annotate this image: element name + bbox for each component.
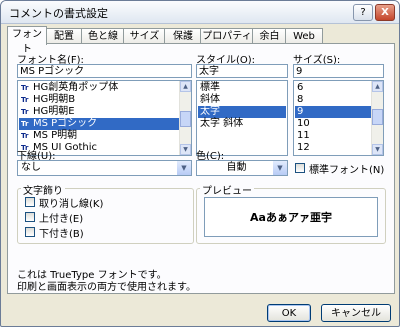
style-input[interactable]: 太字 — [196, 64, 288, 78]
subscript-label[interactable]: 下付き(B) — [39, 225, 84, 240]
scroll-thumb[interactable] — [180, 111, 191, 127]
superscript-checkbox[interactable] — [25, 212, 35, 222]
scroll-up-icon[interactable]: ▲ — [180, 81, 191, 92]
font-list-item[interactable]: Tr HG創英角ポップ体 — [19, 82, 180, 94]
size-list-item[interactable]: 12 — [295, 142, 372, 154]
underline-select[interactable]: なし ▼ — [17, 160, 192, 176]
window-title: コメントの書式設定 — [9, 7, 108, 20]
scroll-down-icon[interactable]: ▼ — [372, 144, 383, 155]
subscript-checkbox[interactable] — [25, 227, 35, 237]
truetype-icon: Tr — [21, 120, 29, 128]
truetype-icon: Tr — [21, 108, 29, 116]
ok-button[interactable]: OK — [267, 304, 311, 322]
tab-alignment[interactable]: 配置 — [45, 28, 83, 44]
normal-font-checkbox[interactable] — [295, 163, 305, 173]
preview-box: Aaあぁアァ亜宇 — [204, 197, 378, 237]
font-list-item-selected[interactable]: Tr MS Pゴシック — [19, 118, 180, 130]
chevron-down-icon[interactable]: ▼ — [177, 161, 191, 175]
scroll-thumb[interactable] — [372, 109, 383, 125]
size-list-scrollbar[interactable]: ▲ ▼ — [371, 81, 383, 155]
style-list-item[interactable]: 斜体 — [198, 94, 286, 106]
truetype-icon: Tr — [21, 132, 29, 140]
cancel-button[interactable]: キャンセル — [321, 304, 391, 322]
size-list-item[interactable]: 10 — [295, 118, 372, 130]
chevron-down-icon[interactable]: ▼ — [273, 161, 287, 175]
tab-web[interactable]: Web — [285, 28, 323, 44]
close-button[interactable]: X — [375, 4, 395, 21]
title-bar[interactable]: コメントの書式設定 ? X — [1, 1, 399, 24]
tab-colors-lines[interactable]: 色と線 — [81, 28, 125, 44]
info-line-2: 印刷と画面表示の両方で使用されます。 — [17, 282, 196, 293]
size-list-item[interactable]: 8 — [295, 94, 372, 106]
help-button[interactable]: ? — [353, 4, 373, 21]
tab-properties[interactable]: プロパティ — [200, 28, 254, 44]
scroll-down-icon[interactable]: ▼ — [180, 144, 191, 155]
style-list-item-selected[interactable]: 太字 — [198, 106, 286, 118]
normal-font-label[interactable]: 標準フォント(N) — [309, 161, 384, 176]
font-list-item[interactable]: Tr HG明朝B — [19, 94, 180, 106]
font-name-list[interactable]: Tr HG創英角ポップ体 Tr HG明朝B Tr HG明朝E Tr MS Pゴシック T… — [17, 80, 192, 156]
style-list-item[interactable]: 太字 斜体 — [198, 118, 286, 130]
font-name-input[interactable]: MS Pゴシック — [17, 64, 192, 78]
font-list-item[interactable]: Tr HG明朝E — [19, 106, 180, 118]
style-list-item[interactable]: 標準 — [198, 82, 286, 94]
truetype-icon: Tr — [21, 84, 29, 92]
size-list-item[interactable]: 6 — [295, 82, 372, 94]
underline-value: なし — [21, 162, 41, 173]
font-tab-panel: フォント名(F): MS Pゴシック Tr HG創英角ポップ体 Tr HG明朝B T… — [7, 43, 395, 294]
color-value: 自動 — [226, 162, 247, 173]
tab-protection[interactable]: 保護 — [164, 28, 202, 44]
size-list-item-selected[interactable]: 9 — [295, 106, 372, 118]
size-list-item[interactable]: 11 — [295, 130, 372, 142]
size-list[interactable]: 6 8 9 10 11 12 ▲ ▼ — [293, 80, 384, 156]
font-list-scrollbar[interactable]: ▲ ▼ — [179, 81, 191, 155]
format-comment-dialog: コメントの書式設定 ? X フォント 配置 色と線 サイズ 保護 プロパティ 余… — [0, 0, 400, 327]
tab-font[interactable]: フォント — [7, 26, 47, 55]
truetype-icon: Tr — [21, 96, 29, 104]
strikethrough-checkbox[interactable] — [25, 197, 35, 207]
color-select[interactable]: 自動 ▼ — [196, 160, 288, 176]
tab-margins[interactable]: 余白 — [252, 28, 287, 44]
strikethrough-label[interactable]: 取り消し線(K) — [39, 195, 103, 210]
tab-size[interactable]: サイズ — [123, 28, 166, 44]
preview-group-title: プレビュー — [200, 182, 254, 197]
superscript-label[interactable]: 上付き(E) — [39, 210, 83, 225]
style-list[interactable]: 標準 斜体 太字 太字 斜体 — [196, 80, 288, 156]
size-input[interactable]: 9 — [293, 64, 384, 78]
preview-sample-text: Aaあぁアァ亜宇 — [250, 211, 332, 224]
scroll-up-icon[interactable]: ▲ — [372, 81, 383, 92]
font-list-item[interactable]: Tr MS P明朝 — [19, 130, 180, 142]
